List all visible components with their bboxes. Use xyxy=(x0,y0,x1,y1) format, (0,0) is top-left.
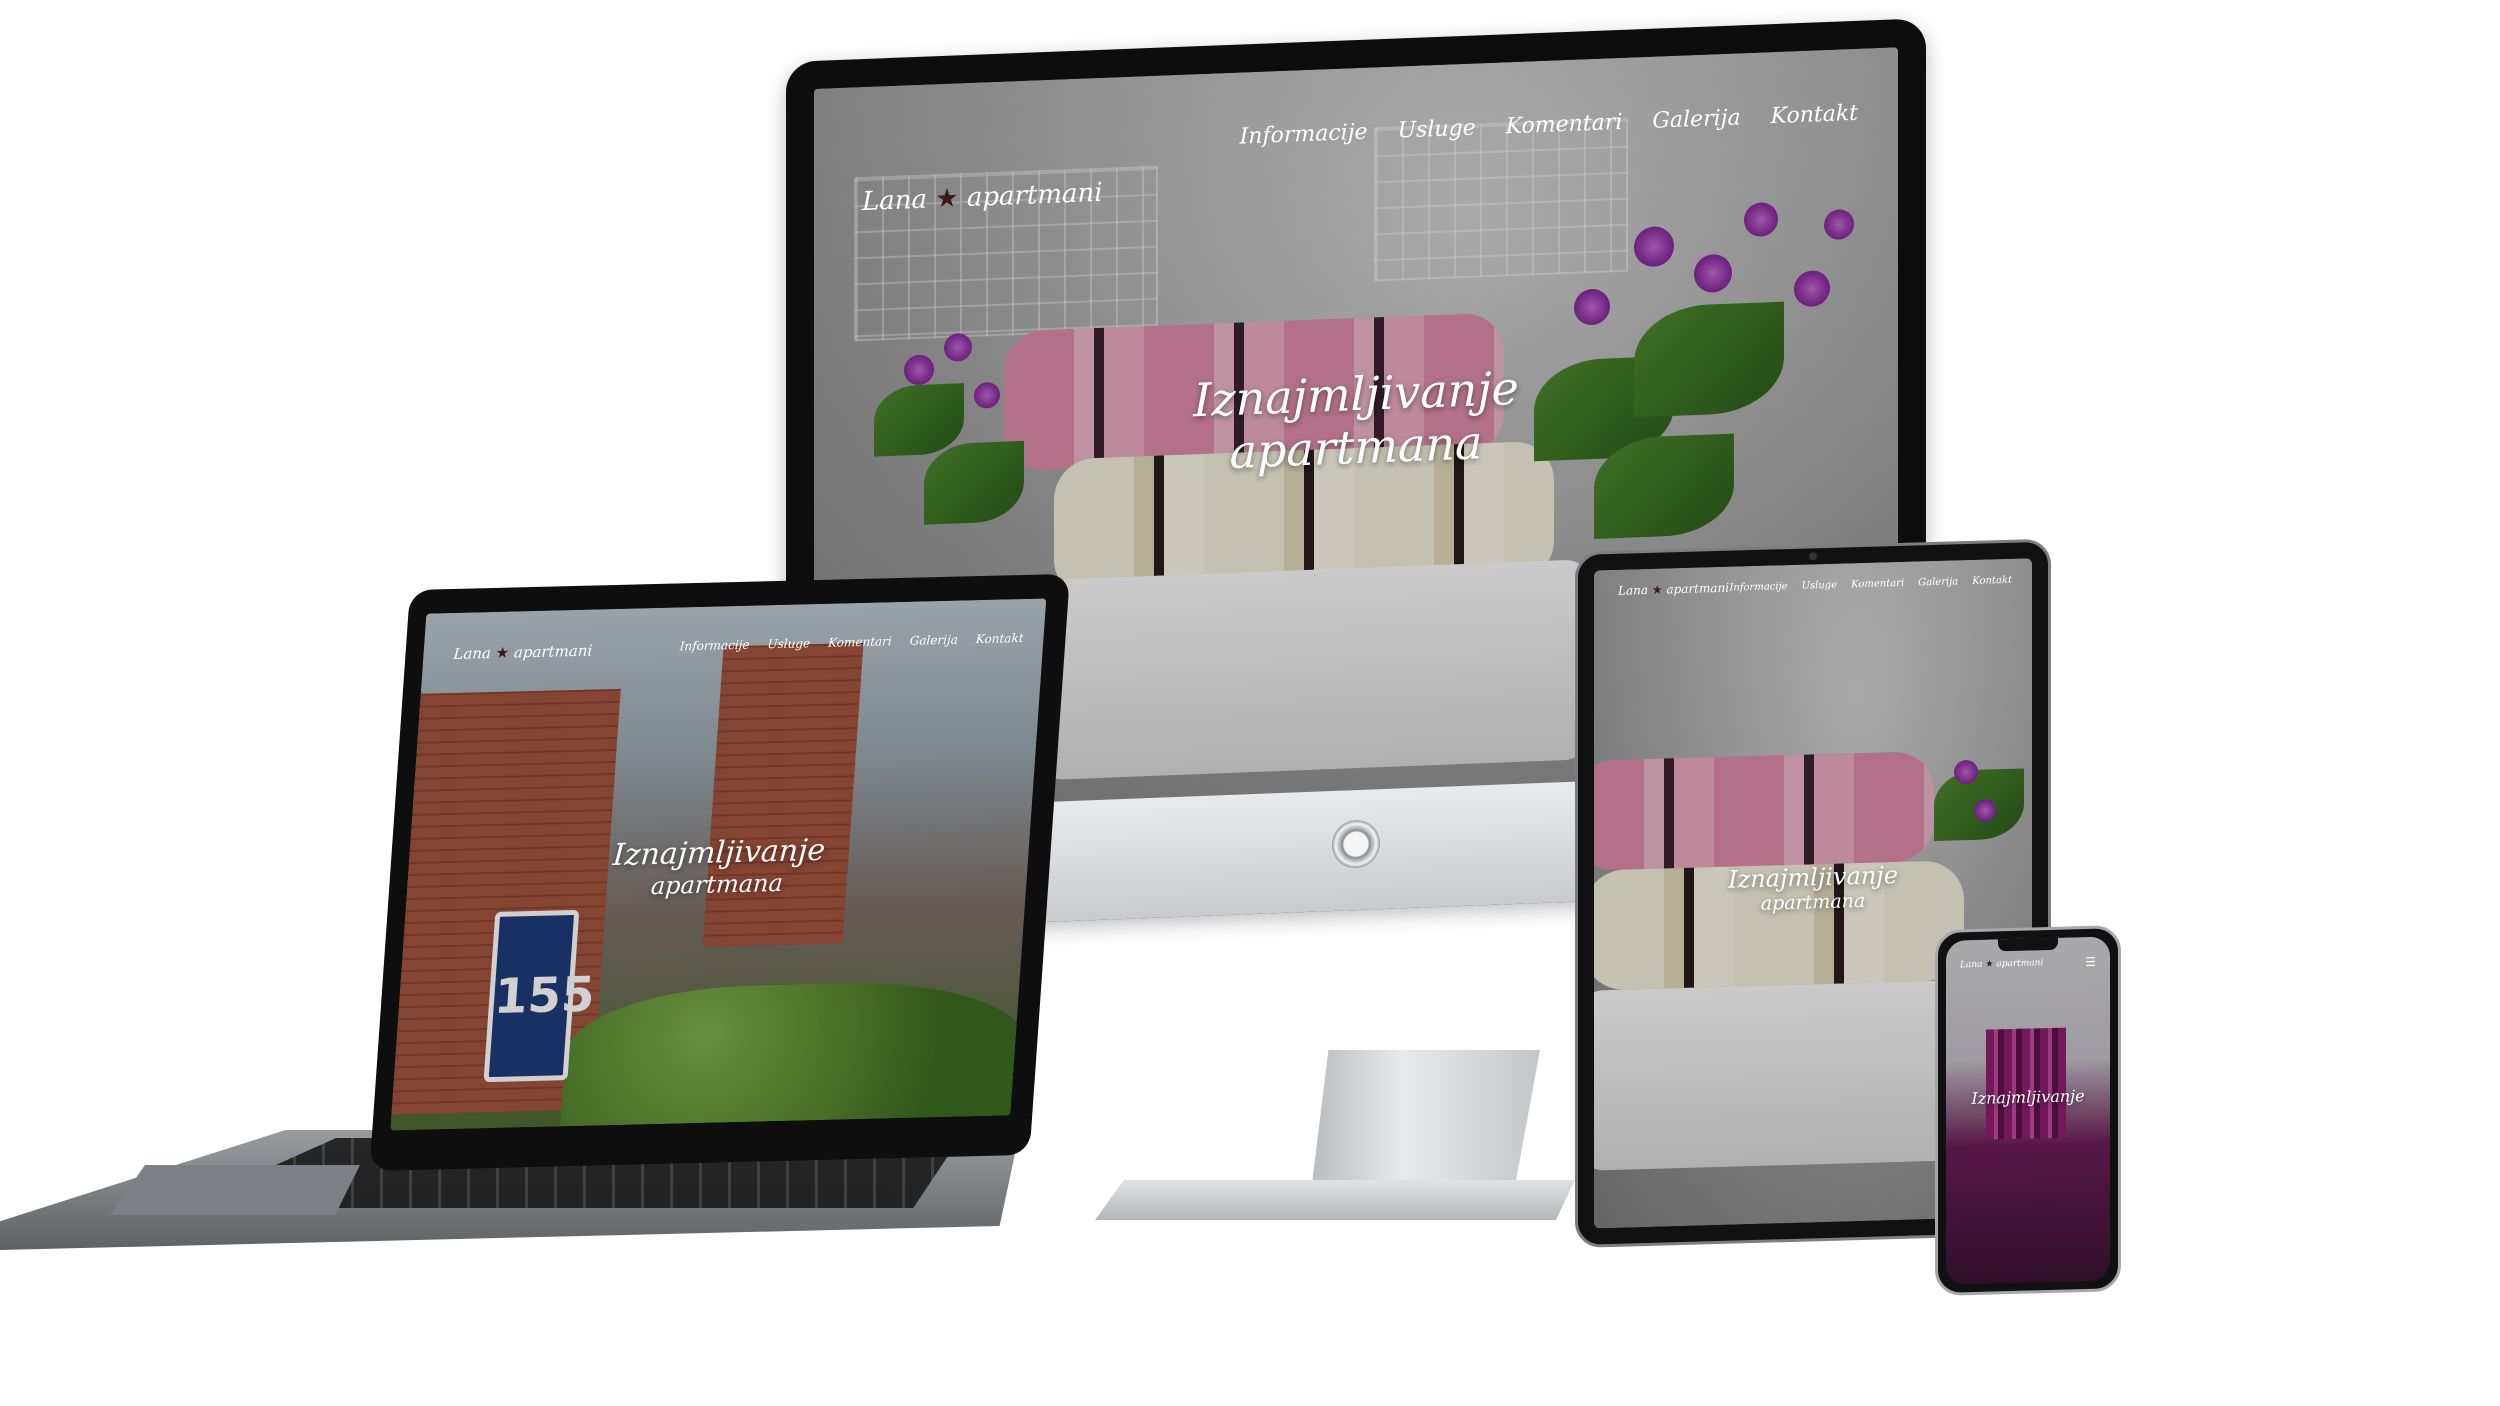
phone-screen: Lana ★ apartmani ☰ Iznajmljivanje xyxy=(1946,936,2110,1285)
logo-star-icon: ★ xyxy=(1651,582,1663,597)
monitor-stand-neck xyxy=(1310,1050,1540,1200)
logo-star-icon: ★ xyxy=(1985,959,1994,970)
logo-script: Lana xyxy=(1960,959,1983,971)
laptop: 155 Lana ★ apartmani Informacije Usluge … xyxy=(369,573,1070,1171)
nav-item-informacije[interactable]: Informacije xyxy=(1729,581,1787,594)
nav-item-komentari[interactable]: Komentari xyxy=(1851,578,1904,590)
device-mockup-stage: Lana ★ apartmani Informacije Usluge Kome… xyxy=(0,0,2500,1406)
nav-item-usluge[interactable]: Usluge xyxy=(1398,116,1476,144)
nav-item-informacije[interactable]: Informacije xyxy=(1240,120,1368,150)
smartphone: Lana ★ apartmani ☰ Iznajmljivanje xyxy=(1935,925,2121,1296)
hero-overlay xyxy=(1946,936,2110,1285)
nav-item-informacije[interactable]: Informacije xyxy=(679,638,750,654)
logo-script: Lana xyxy=(1618,582,1649,598)
logo-star-icon: ★ xyxy=(495,643,510,662)
nav-item-kontakt[interactable]: Kontakt xyxy=(1972,575,2012,587)
logo-script: Lana xyxy=(862,184,928,218)
laptop-trackpad xyxy=(110,1165,360,1215)
logo-script: Lana xyxy=(452,644,492,663)
hamburger-menu-icon[interactable]: ☰ xyxy=(2085,955,2096,969)
logo-rest: apartmani xyxy=(1666,580,1730,597)
phone-site: Lana ★ apartmani ☰ Iznajmljivanje xyxy=(1946,936,2110,1285)
nav-item-usluge[interactable]: Usluge xyxy=(1802,580,1838,592)
nav-item-galerija[interactable]: Galerija xyxy=(1652,105,1740,133)
phone-notch xyxy=(1998,937,2058,952)
nav-item-kontakt[interactable]: Kontakt xyxy=(975,631,1024,646)
nav-item-galerija[interactable]: Galerija xyxy=(1918,576,1958,588)
logo-rest: apartmani xyxy=(966,177,1103,214)
logo-star-icon: ★ xyxy=(935,183,959,215)
nav-item-komentari[interactable]: Komentari xyxy=(1506,110,1623,139)
monitor-stand-foot xyxy=(1095,1180,1575,1220)
nav-item-komentari[interactable]: Komentari xyxy=(828,634,893,650)
nav-item-kontakt[interactable]: Kontakt xyxy=(1771,101,1858,129)
tablet-camera xyxy=(1809,552,1817,561)
nav-item-usluge[interactable]: Usluge xyxy=(767,636,811,651)
site-logo[interactable]: Lana ★ apartmani xyxy=(453,642,593,663)
logo-rest: apartmani xyxy=(513,641,593,662)
laptop-site: 155 Lana ★ apartmani Informacije Usluge … xyxy=(390,598,1047,1131)
apple-logo-icon xyxy=(1332,819,1380,870)
laptop-screen: 155 Lana ★ apartmani Informacije Usluge … xyxy=(390,598,1047,1131)
nav-item-galerija[interactable]: Galerija xyxy=(909,633,958,648)
logo-rest: apartmani xyxy=(1996,958,2044,970)
